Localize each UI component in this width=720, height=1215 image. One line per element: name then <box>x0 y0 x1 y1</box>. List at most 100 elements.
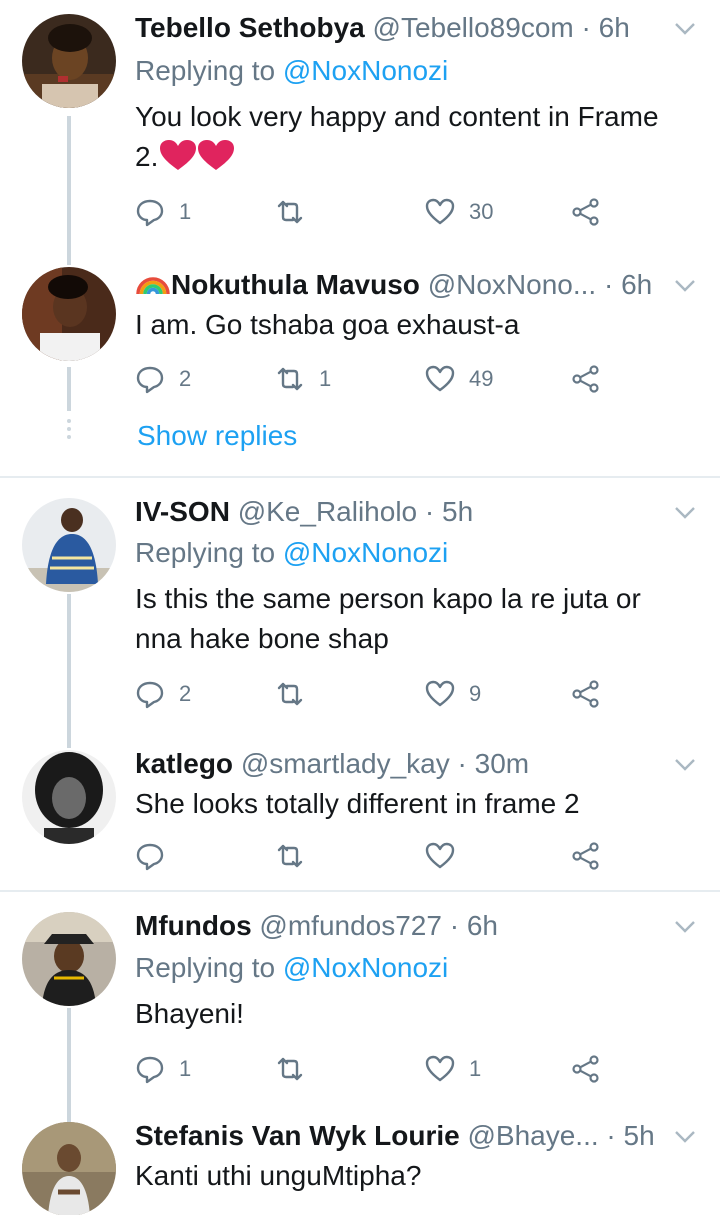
reply-button[interactable]: 1 <box>135 1049 191 1089</box>
timestamp[interactable]: 5h <box>624 1120 655 1151</box>
reply-button[interactable]: 2 <box>135 359 191 399</box>
chevron-down-icon[interactable] <box>674 279 696 301</box>
mention-link[interactable]: @NoxNonozi <box>283 537 448 568</box>
chevron-down-icon[interactable] <box>674 920 696 942</box>
user-handle[interactable]: @mfundos727 <box>259 910 442 941</box>
retweet-button[interactable] <box>275 1049 319 1089</box>
chevron-down-icon[interactable] <box>674 758 696 780</box>
reply-count: 1 <box>179 199 192 224</box>
user-handle[interactable]: @NoxNono... <box>428 269 597 300</box>
heart-icon <box>425 198 455 225</box>
retweet-button[interactable] <box>275 836 319 876</box>
avatar[interactable] <box>22 14 116 108</box>
display-name[interactable]: Nokuthula Mavuso <box>171 269 420 300</box>
avatar[interactable] <box>22 1122 116 1215</box>
thread-line <box>67 738 71 748</box>
tweet-text-line: You look very happy and content in Frame <box>135 101 659 132</box>
tweet-text-line: nna hake bone shap <box>135 623 389 654</box>
user-handle[interactable]: @Tebello89com <box>373 12 574 43</box>
display-name[interactable]: IV-SON <box>135 496 230 527</box>
like-button[interactable] <box>425 836 469 876</box>
replying-to: Replying to @NoxNonozi <box>135 53 448 89</box>
reply-count: 1 <box>179 1056 192 1081</box>
share-button[interactable] <box>571 1049 601 1089</box>
chevron-down-icon[interactable] <box>674 22 696 44</box>
avatar[interactable] <box>22 267 116 361</box>
mention-link[interactable]: @NoxNonozi <box>283 952 448 983</box>
avatar[interactable] <box>22 912 116 1006</box>
timestamp[interactable]: 6h <box>599 12 630 43</box>
display-name[interactable]: Mfundos <box>135 910 252 941</box>
user-handle[interactable]: @smartlady_kay <box>241 748 450 779</box>
separator: · <box>603 269 614 300</box>
like-button[interactable]: 9 <box>425 674 481 714</box>
heart-icon <box>425 365 455 392</box>
separator: · <box>606 1120 616 1151</box>
separator: · <box>457 748 467 779</box>
show-replies-link[interactable]: Show replies <box>137 418 297 454</box>
tweet-ivson[interactable]: IV-SON @Ke_Raliholo · 5h Replying to @No… <box>0 478 720 738</box>
tweet-header: Stefanis Van Wyk Lourie @Bhaye... · 5h <box>135 1118 662 1154</box>
tweet-mfundos[interactable]: Mfundos @mfundos727 · 6h Replying to @No… <box>0 892 720 1100</box>
timestamp[interactable]: 30m <box>475 748 529 779</box>
reply-count: 2 <box>179 366 192 391</box>
retweet-icon <box>277 844 303 868</box>
tweet-text: Kanti uthi unguMtipha? <box>135 1156 690 1196</box>
tweet-header: katlego @smartlady_kay · 30m <box>135 746 662 782</box>
user-handle[interactable]: @Ke_Raliholo <box>238 496 417 527</box>
tweet-text: She looks totally different in frame 2 <box>135 784 690 824</box>
mention-link[interactable]: @NoxNonozi <box>283 55 448 86</box>
user-handle[interactable]: @Bhaye... <box>467 1120 598 1151</box>
reply-button[interactable]: 2 <box>135 674 191 714</box>
share-icon <box>572 365 599 393</box>
chevron-down-icon[interactable] <box>674 506 696 528</box>
thread-line <box>67 116 71 255</box>
retweet-button[interactable]: 1 <box>275 359 331 399</box>
avatar[interactable] <box>22 750 116 844</box>
reply-button[interactable] <box>135 836 179 876</box>
tweet-tebello[interactable]: Tebello Sethobya @Tebello89com · 6h Repl… <box>0 0 720 255</box>
thread-line <box>67 1008 71 1100</box>
tweet-stefanis[interactable]: Stefanis Van Wyk Lourie @Bhaye... · 5h K… <box>0 1100 720 1215</box>
heart-icon <box>425 680 455 707</box>
reply-icon <box>136 366 164 394</box>
timestamp[interactable]: 6h <box>467 910 498 941</box>
share-icon <box>572 198 599 226</box>
like-count: 9 <box>469 681 482 706</box>
like-button[interactable]: 1 <box>425 1049 481 1089</box>
reply-icon <box>136 199 164 227</box>
display-name[interactable]: Tebello Sethobya <box>135 12 365 43</box>
separator: · <box>449 910 460 941</box>
retweet-icon <box>277 200 303 224</box>
tweet-nokuthula[interactable]: Nokuthula Mavuso @NoxNono... · 6h I am. … <box>0 255 720 477</box>
tweet-text-line: Kanti uthi unguMtipha? <box>135 1160 422 1191</box>
tweet-katlego[interactable]: katlego @smartlady_kay · 30m She looks t… <box>0 738 720 890</box>
retweet-button[interactable] <box>275 192 319 232</box>
replying-label: Replying to <box>135 55 276 86</box>
tweet-actions: 1 30 <box>135 192 615 232</box>
share-button[interactable] <box>571 836 601 876</box>
reply-icon <box>136 681 164 709</box>
tweet-text-line-2: 2. <box>135 137 690 177</box>
share-icon <box>572 1055 599 1083</box>
timestamp[interactable]: 5h <box>442 496 473 527</box>
reply-button[interactable]: 1 <box>135 192 191 232</box>
display-name[interactable]: Stefanis Van Wyk Lourie <box>135 1120 460 1151</box>
like-button[interactable]: 30 <box>425 192 493 232</box>
retweet-button[interactable] <box>275 674 319 714</box>
share-button[interactable] <box>571 674 601 714</box>
retweet-icon <box>277 682 303 706</box>
share-button[interactable] <box>571 359 601 399</box>
like-button[interactable]: 49 <box>425 359 493 399</box>
tweet-header: IV-SON @Ke_Raliholo · 5h <box>135 494 662 530</box>
thread-dots <box>66 419 72 443</box>
share-icon <box>572 680 599 708</box>
avatar[interactable] <box>22 498 116 592</box>
heart-emoji-icon <box>160 140 197 170</box>
timestamp[interactable]: 6h <box>621 269 652 300</box>
retweet-count: 1 <box>319 366 332 391</box>
display-name[interactable]: katlego <box>135 748 233 779</box>
chevron-down-icon[interactable] <box>674 1130 696 1152</box>
share-button[interactable] <box>571 192 601 232</box>
like-count: 1 <box>469 1056 482 1081</box>
